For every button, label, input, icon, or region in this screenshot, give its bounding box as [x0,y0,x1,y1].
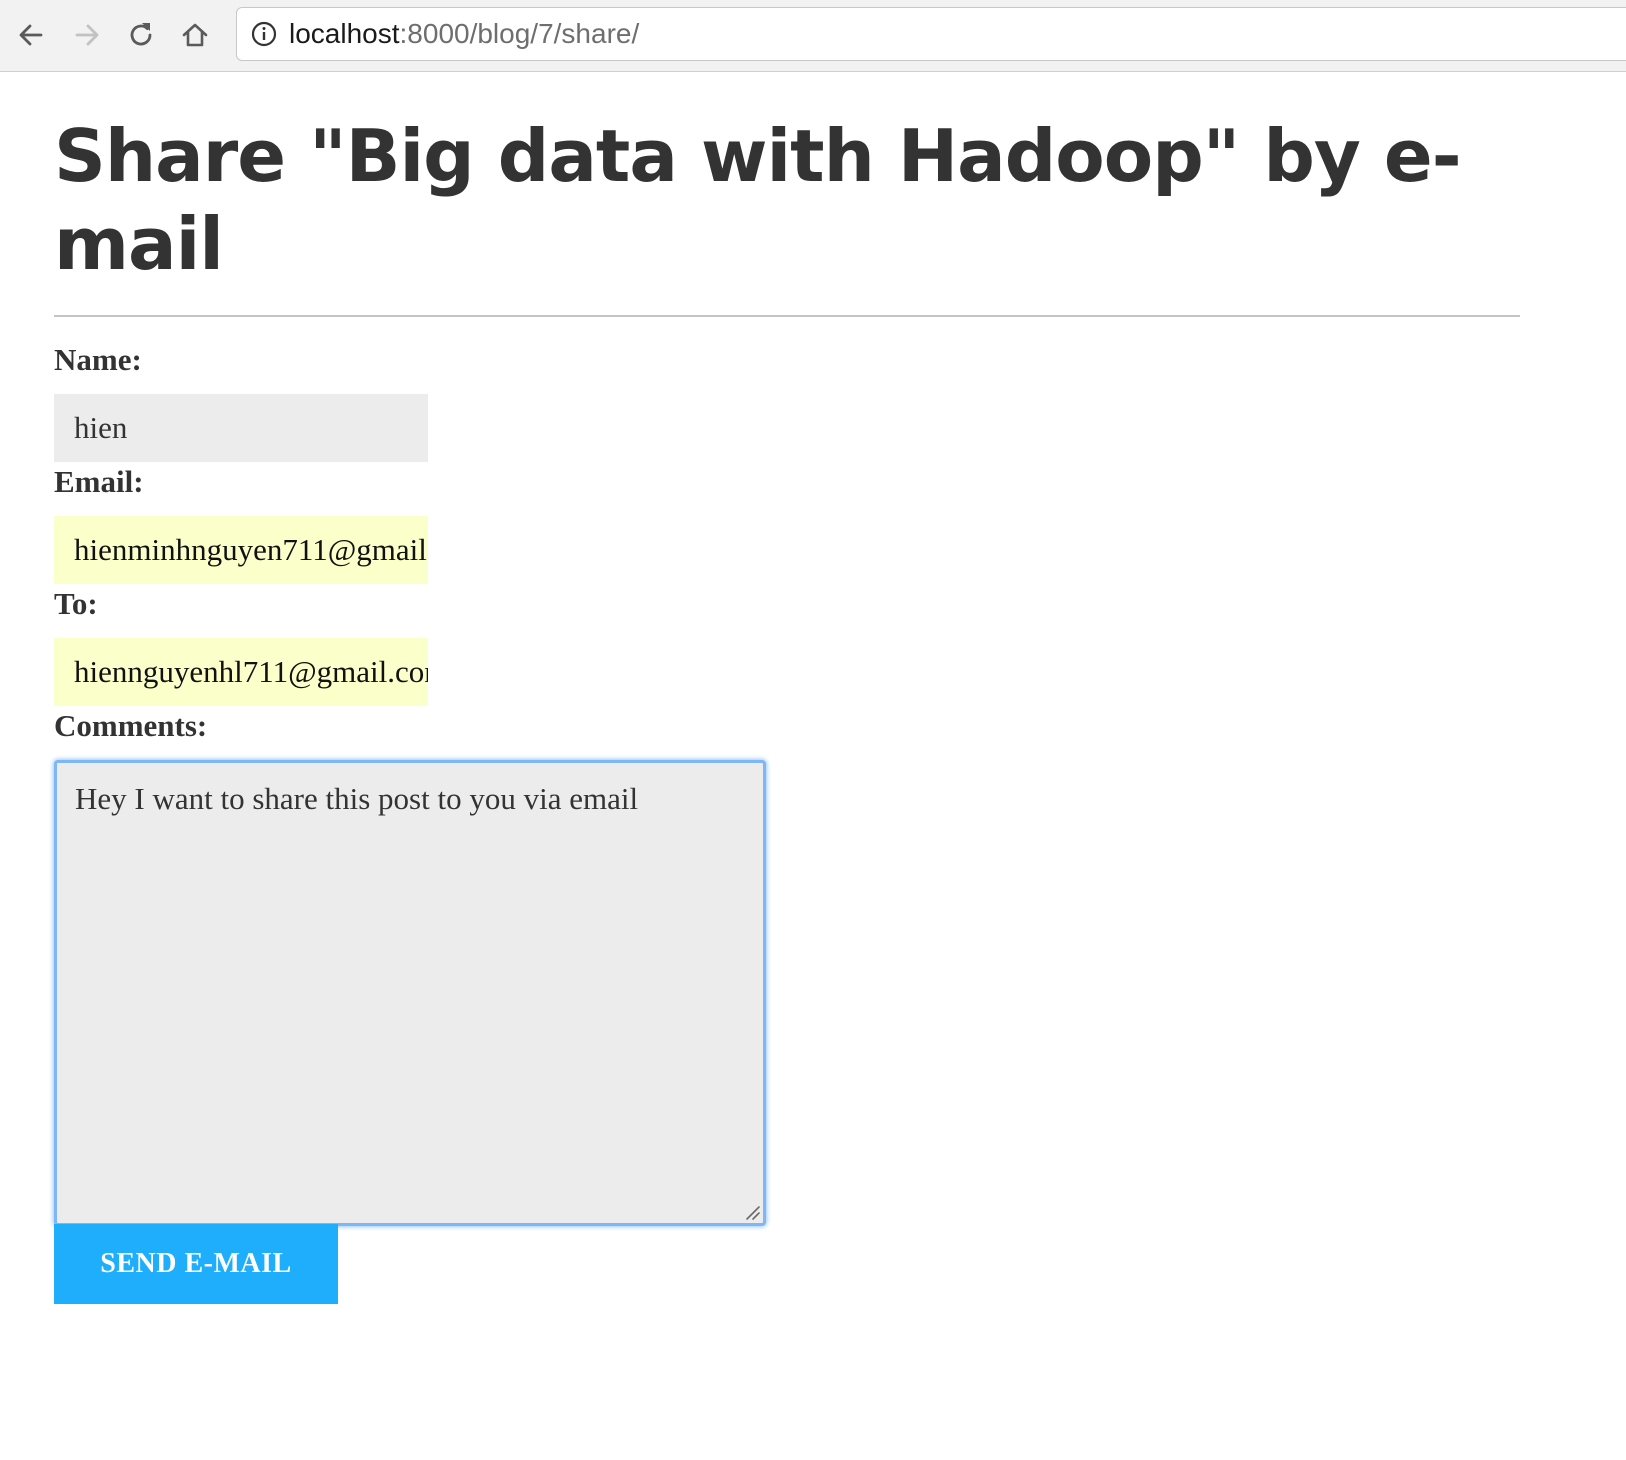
email-value: hienminhnguyen711@gmail.com [74,532,428,567]
info-icon[interactable] [251,21,277,47]
page-title: Share "Big data with Hadoop" by e-mail [54,114,1462,286]
send-email-button[interactable]: SEND E-MAIL [54,1224,338,1304]
url-path: :8000/blog/7/share/ [399,18,640,49]
name-value: hien [74,410,128,445]
browser-toolbar: localhost:8000/blog/7/share/ [0,0,1626,72]
reload-icon [130,23,152,46]
email-label: Email: [54,464,144,499]
name-input[interactable]: hien [54,394,428,462]
home-icon [182,23,208,47]
resize-grip-icon[interactable] [743,1203,761,1221]
home-button[interactable] [172,12,218,58]
to-label: To: [54,586,98,621]
to-input[interactable]: hiennguyenhl711@gmail.com [54,638,428,706]
arrow-right-icon [75,24,99,46]
address-bar[interactable]: localhost:8000/blog/7/share/ [236,7,1626,61]
back-button[interactable] [8,12,54,58]
url-host: localhost [289,18,400,49]
comments-value: Hey I want to share this post to you via… [75,781,639,816]
to-value: hiennguyenhl711@gmail.com [74,654,428,689]
comments-label: Comments: [54,708,208,743]
comments-textarea[interactable]: Hey I want to share this post to you via… [54,760,766,1226]
forward-button[interactable] [64,12,110,58]
reload-button[interactable] [118,12,164,58]
page-content: Share "Big data with Hadoop" by e-mail N… [54,72,1520,1304]
email-input[interactable]: hienminhnguyen711@gmail.com [54,516,428,584]
arrow-left-icon [19,24,43,46]
title-divider [54,315,1520,317]
name-label: Name: [54,342,142,377]
url-text[interactable]: localhost:8000/blog/7/share/ [289,19,639,49]
